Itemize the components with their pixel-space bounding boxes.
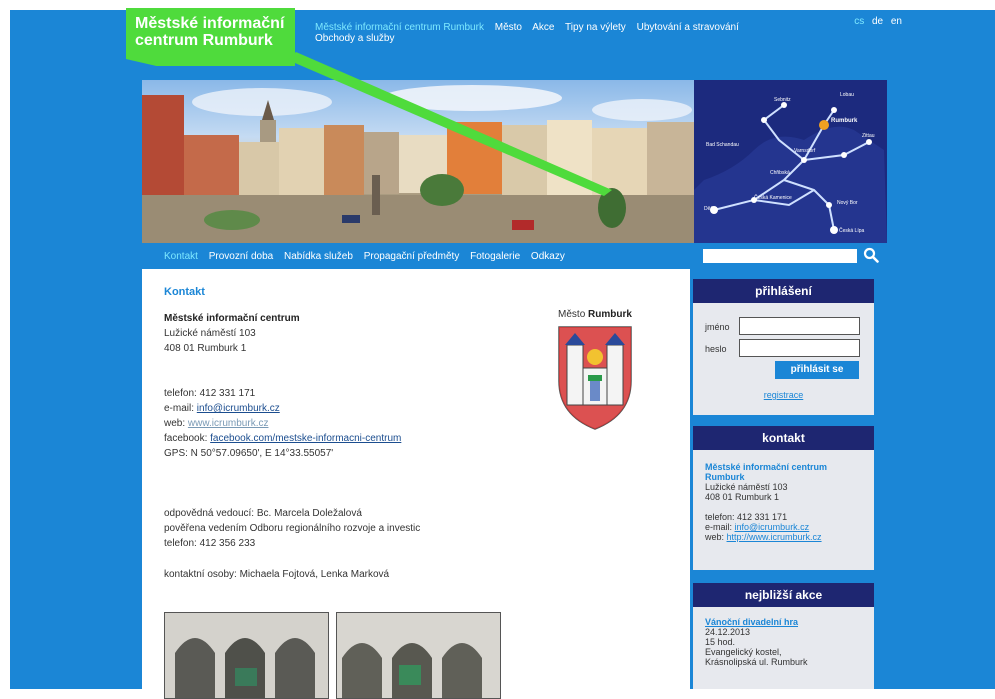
- map-label-varnsdorf: Varnsdorf: [794, 148, 816, 154]
- nav-item-tipy[interactable]: Tipy na výlety: [565, 22, 626, 33]
- region-map: Lobau Rumburk Zittau Sebnitz Bad Schanda…: [694, 80, 887, 243]
- contact-box-web-line: web: http://www.icrumburk.cz: [705, 532, 865, 542]
- contact-persons: kontaktní osoby: Michaela Fojtová, Lenka…: [164, 569, 390, 580]
- map-label-zittau: Zittau: [862, 133, 875, 139]
- contact-box-web-label: web:: [705, 532, 725, 542]
- contact-box-email-line: e-mail: info@icrumburk.cz: [705, 522, 865, 532]
- map-label-lobau: Lobau: [840, 92, 854, 98]
- events-box: nejbližší akce Vánoční divadelní hra 24.…: [693, 583, 874, 689]
- email-label: e-mail:: [164, 403, 195, 414]
- contact-box-text: Městské informační centrum Rumburk Lužic…: [705, 462, 865, 542]
- subnav-propagacni-predmety[interactable]: Propagační předměty: [364, 251, 460, 262]
- login-button[interactable]: přihlásit se: [775, 361, 859, 379]
- web-label: web:: [164, 418, 186, 429]
- password-label: heslo: [705, 344, 727, 354]
- town-square-photo: [142, 80, 694, 243]
- contact-box-email-link[interactable]: info@icrumburk.cz: [735, 522, 810, 532]
- subnav-fotogalerie[interactable]: Fotogalerie: [470, 251, 520, 262]
- contact-box-title: kontakt: [693, 426, 874, 450]
- contact-box-city: 408 01 Rumburk 1: [705, 492, 780, 502]
- email-line: e-mail: info@icrumburk.cz: [164, 401, 420, 416]
- contact-box-email-label: e-mail:: [705, 522, 733, 532]
- event-place-1: Evangelický kostel,: [705, 647, 782, 657]
- map-label-novy-bor: Nový Bor: [837, 200, 858, 206]
- register-link[interactable]: registrace: [693, 390, 874, 400]
- gallery-photo-1[interactable]: [164, 612, 329, 699]
- event-time: 15 hod.: [705, 637, 736, 647]
- name-label: jméno: [705, 322, 730, 332]
- subnav-kontakt[interactable]: Kontakt: [164, 251, 198, 262]
- nav-item-mesto[interactable]: Město: [495, 22, 522, 33]
- phone-label: telefon:: [164, 388, 197, 399]
- login-box: přihlášení jméno heslo přihlásit se regi…: [693, 279, 874, 415]
- top-navigation: Městské informační centrum Rumburk Město…: [315, 22, 835, 44]
- manager-role: pověřena vedením Odboru regionálního roz…: [164, 523, 421, 534]
- lang-cs[interactable]: cs: [854, 16, 864, 27]
- main-content: Kontakt Městské informační centrum Lužic…: [142, 269, 690, 699]
- contact-details: Městské informační centrum Lužické náměs…: [164, 311, 420, 582]
- town-crest: Město Rumburk: [545, 309, 645, 430]
- section-navigation: Kontakt Provozní doba Nabídka služeb Pro…: [142, 243, 887, 269]
- map-label-ceska-kamenice: Česká Kamenice: [754, 195, 792, 201]
- coat-of-arms-icon: [558, 326, 632, 430]
- contact-box: kontakt Městské informační centrum Rumbu…: [693, 426, 874, 570]
- email-link[interactable]: info@icrumburk.cz: [197, 403, 280, 414]
- contact-box-phone: telefon: 412 331 171: [705, 512, 788, 522]
- contact-box-street: Lužické náměstí 103: [705, 482, 788, 492]
- event-item: Vánoční divadelní hra 24.12.2013 15 hod.…: [705, 617, 865, 667]
- contact-box-org: Městské informační centrum Rumburk: [705, 462, 828, 482]
- map-label-chribska: Chřibská: [770, 170, 790, 176]
- search-icon[interactable]: [863, 247, 879, 263]
- map-label-bad-schandau: Bad Schandau: [706, 142, 739, 148]
- manager-line: odpovědná vedoucí: Bc. Marcela Doležalov…: [164, 508, 362, 519]
- phone-line: telefon: 412 331 171: [164, 386, 420, 401]
- site-logo[interactable]: Městské informační centrum Rumburk: [126, 8, 295, 66]
- street: Lužické náměstí 103: [164, 328, 256, 339]
- web-line: web: www.icrumburk.cz: [164, 416, 420, 431]
- crest-title-bold: Rumburk: [588, 309, 632, 320]
- map-label-sebnitz: Sebnitz: [774, 97, 791, 103]
- events-title: nejbližší akce: [693, 583, 874, 607]
- event-title-link[interactable]: Vánoční divadelní hra: [705, 617, 865, 627]
- phone-value: 412 331 171: [199, 388, 256, 399]
- logo-line-2: centrum Rumburk: [135, 32, 273, 49]
- subnav-nabidka-sluzeb[interactable]: Nabídka služeb: [284, 251, 353, 262]
- crest-title-light: Město: [558, 309, 586, 320]
- nav-item-akce[interactable]: Akce: [532, 22, 554, 33]
- contact-box-web-link[interactable]: http://www.icrumburk.cz: [727, 532, 822, 542]
- map-label-decin: Děčín: [704, 206, 718, 212]
- login-title: přihlášení: [693, 279, 874, 303]
- subnav-provozni-doba[interactable]: Provozní doba: [209, 251, 274, 262]
- event-date: 24.12.2013: [705, 627, 751, 637]
- org-name: Městské informační centrum: [164, 313, 300, 324]
- subnav-odkazy[interactable]: Odkazy: [531, 251, 565, 262]
- nav-item-obchody[interactable]: Obchody a služby: [315, 33, 395, 44]
- language-switcher: cs de en: [849, 16, 902, 27]
- nav-item-ubytovani[interactable]: Ubytování a stravování: [637, 22, 739, 33]
- manager-phone: telefon: 412 356 233: [164, 538, 256, 549]
- crest-title: Město Rumburk: [545, 309, 645, 320]
- lang-en[interactable]: en: [891, 16, 902, 27]
- password-input[interactable]: [739, 339, 860, 357]
- logo-line-1: Městské informační: [135, 15, 285, 32]
- city: 408 01 Rumburk 1: [164, 343, 247, 354]
- event-place-2: Krásnolipská ul. Rumburk: [705, 657, 808, 667]
- gallery-photo-2[interactable]: [336, 612, 501, 699]
- lang-de[interactable]: de: [872, 16, 883, 27]
- facebook-line: facebook: facebook.com/mestske-informacn…: [164, 431, 420, 446]
- nav-item-mic[interactable]: Městské informační centrum Rumburk: [315, 22, 484, 33]
- search-input[interactable]: [703, 249, 857, 263]
- map-label-ceska-lipa: Česká Lípa: [839, 228, 865, 234]
- web-link[interactable]: www.icrumburk.cz: [188, 418, 269, 429]
- header-banner: Lobau Rumburk Zittau Sebnitz Bad Schanda…: [142, 80, 887, 243]
- gps-line: GPS: N 50°57.09650', E 14°33.55057': [164, 448, 334, 459]
- page-title: Kontakt: [164, 286, 205, 298]
- map-label-rumburk: Rumburk: [831, 118, 858, 124]
- username-input[interactable]: [739, 317, 860, 335]
- facebook-link[interactable]: facebook.com/mestske-informacni-centrum: [210, 433, 401, 444]
- facebook-label: facebook:: [164, 433, 208, 444]
